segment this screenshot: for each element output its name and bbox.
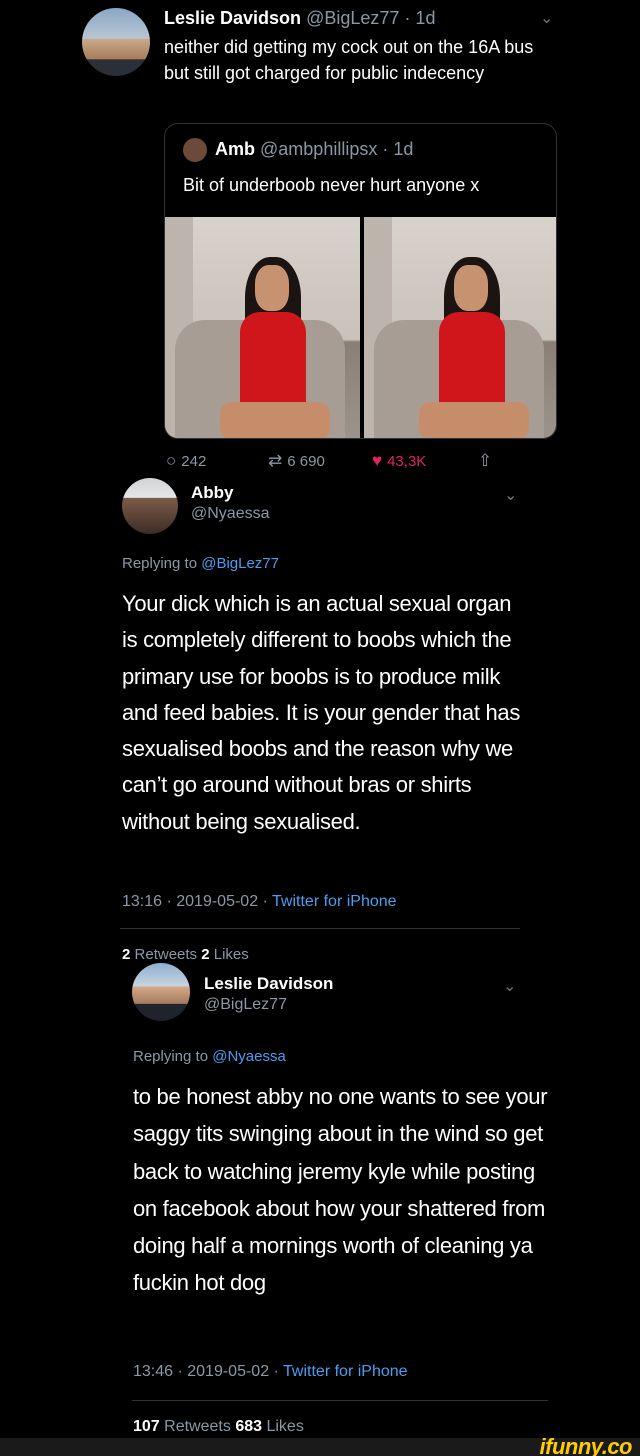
tweet-text: neither did getting my cock out on the 1…	[164, 37, 534, 83]
avatar[interactable]	[82, 8, 150, 76]
reply-icon: ○	[166, 451, 177, 470]
replying-to: Replying to @Nyaessa	[133, 1048, 286, 1065]
author-handle: @BigLez77 · 1d	[306, 8, 436, 28]
share-icon: ⇧	[478, 451, 493, 470]
divider	[120, 928, 520, 929]
chevron-down-icon[interactable]: ⌄	[504, 485, 517, 505]
tweet-timestamp: 13:46 · 2019-05-02 ·	[133, 1363, 279, 1380]
reply-button[interactable]: ○ 242	[166, 451, 206, 471]
likes-count[interactable]: 2	[201, 946, 209, 963]
tweet-text: Your dick which is an actual sexual orga…	[122, 591, 521, 834]
replying-to-link[interactable]: @BigLez77	[201, 555, 279, 572]
tweet-text: to be honest abby no one wants to see yo…	[133, 1084, 548, 1296]
like-count: 43,3K	[387, 452, 427, 470]
ifunny-watermark: ifunny.co	[539, 1434, 633, 1456]
retweet-icon: ⇄	[268, 451, 283, 470]
tweet-author[interactable]: Leslie Davidson @BigLez77 · 1d	[164, 8, 435, 29]
quoted-photo-1[interactable]	[165, 217, 360, 438]
avatar[interactable]	[122, 478, 178, 534]
retweet-count: 6 690	[287, 452, 325, 470]
quoted-tweet-text: Bit of underboob never hurt anyone x	[183, 175, 480, 195]
quoted-avatar[interactable]	[183, 138, 207, 162]
tweet-stats: 107 Retweets 683 Likes	[133, 1418, 304, 1436]
like-button[interactable]: ♥ 43,3K	[372, 451, 426, 471]
author-handle[interactable]: @BigLez77	[204, 996, 287, 1014]
retweet-button[interactable]: ⇄ 6 690	[268, 451, 325, 471]
divider	[132, 1400, 548, 1401]
author-name: Leslie Davidson	[164, 8, 302, 28]
author-name[interactable]: Abby	[191, 483, 234, 503]
retweets-count[interactable]: 2	[122, 946, 130, 963]
heart-icon: ♥	[372, 451, 383, 470]
quoted-tweet[interactable]: Amb @ambphillipsx · 1d Bit of underboob …	[164, 123, 557, 439]
avatar[interactable]	[132, 963, 190, 1021]
quoted-author-handle: @ambphillipsx · 1d	[260, 139, 414, 159]
chevron-down-icon[interactable]: ⌄	[540, 8, 553, 28]
likes-label[interactable]: Likes	[266, 1418, 303, 1435]
tweet-source-link[interactable]: Twitter for iPhone	[272, 893, 397, 910]
likes-label[interactable]: Likes	[214, 946, 249, 963]
author-handle[interactable]: @Nyaessa	[191, 505, 270, 523]
quoted-author-name: Amb	[215, 139, 255, 159]
tweet-source-link[interactable]: Twitter for iPhone	[283, 1363, 408, 1380]
retweets-count[interactable]: 107	[133, 1418, 160, 1435]
replying-to-link[interactable]: @Nyaessa	[212, 1048, 286, 1065]
quoted-media	[165, 217, 556, 438]
tweet-meta: 13:16 · 2019-05-02 · Twitter for iPhone	[122, 893, 397, 911]
share-button[interactable]: ⇧	[478, 451, 492, 471]
replying-to: Replying to @BigLez77	[122, 555, 279, 572]
tweet-actions: ○ 242 ⇄ 6 690 ♥ 43,3K ⇧	[166, 451, 506, 473]
reply-count: 242	[181, 452, 207, 470]
tweet-meta: 13:46 · 2019-05-02 · Twitter for iPhone	[133, 1363, 408, 1381]
tweet-stats: 2 Retweets 2 Likes	[122, 946, 249, 963]
author-name[interactable]: Leslie Davidson	[204, 974, 333, 994]
quoted-photo-2[interactable]	[363, 217, 556, 438]
retweets-label[interactable]: Retweets	[164, 1418, 231, 1435]
footer-bar: ifunny.co	[0, 1434, 640, 1456]
quoted-author: Amb @ambphillipsx · 1d	[215, 139, 413, 160]
retweets-label[interactable]: Retweets	[135, 946, 198, 963]
chevron-down-icon[interactable]: ⌄	[503, 976, 516, 996]
tweet-timestamp: 13:16 · 2019-05-02 ·	[122, 893, 268, 910]
likes-count[interactable]: 683	[235, 1418, 262, 1435]
